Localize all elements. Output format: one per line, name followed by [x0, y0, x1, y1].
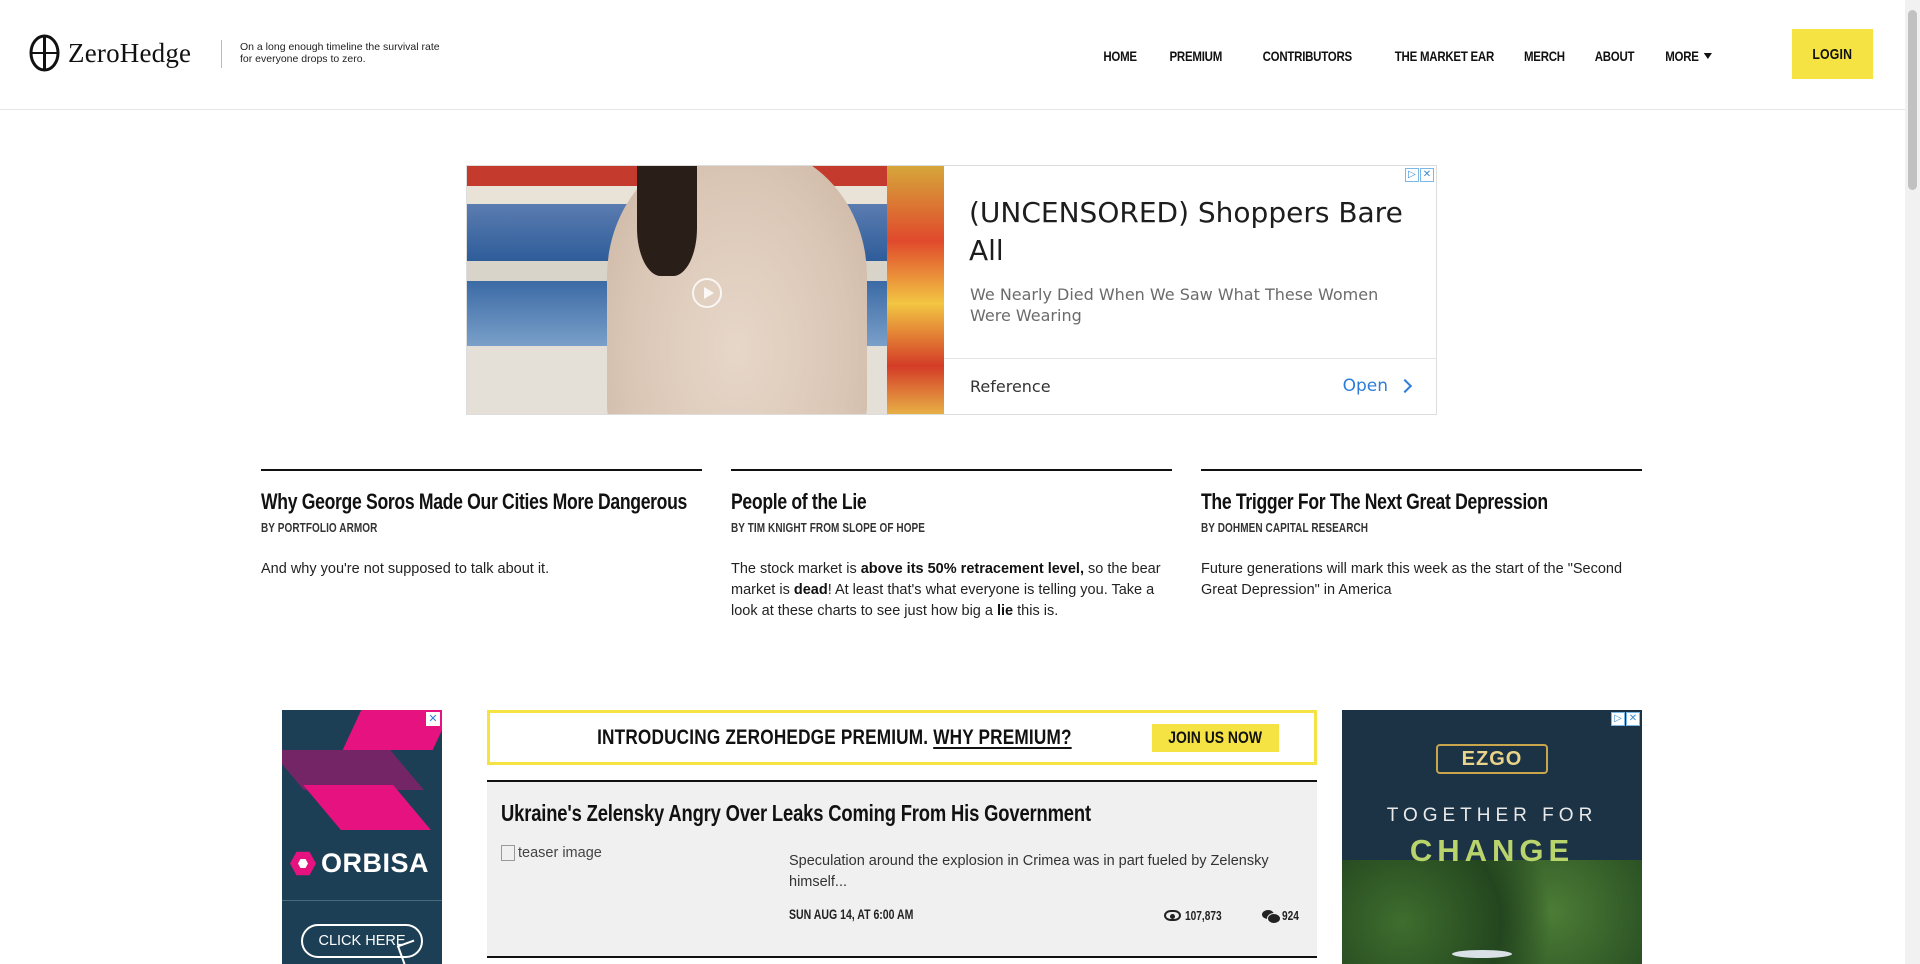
site-header: ZeroHedge On a long enough timeline the … — [0, 0, 1905, 110]
featured-article-byline[interactable]: BY DOHMEN CAPITAL RESEARCH — [1201, 521, 1554, 535]
nav-home[interactable]: HOME — [1104, 48, 1138, 64]
featured-article-byline[interactable]: BY PORTFOLIO ARMOR — [261, 521, 614, 535]
logo-mark-icon — [29, 34, 60, 72]
featured-article-title[interactable]: The Trigger For The Next Great Depressio… — [1201, 489, 1554, 515]
ad-image-shelf — [887, 166, 944, 414]
nav-merch[interactable]: MERCH — [1524, 48, 1565, 64]
adchoices-icon[interactable]: ▷ — [1611, 712, 1625, 726]
ad-graphic-shape — [282, 750, 424, 790]
ad-close-icon[interactable]: ✕ — [426, 712, 440, 726]
ad-image[interactable] — [467, 166, 944, 414]
article-title[interactable]: Ukraine's Zelensky Angry Over Leaks Comi… — [501, 800, 1091, 827]
premium-intro: INTRODUCING ZEROHEDGE PREMIUM. — [597, 725, 929, 749]
site-logo[interactable]: ZeroHedge — [29, 34, 191, 72]
chevron-right-icon — [1397, 378, 1413, 394]
ad-tagline-line2: CHANGE — [1409, 833, 1575, 868]
left-side-ad[interactable]: ✕ ORBISA CLICK HERE — [282, 710, 442, 964]
ad-source: Reference — [970, 377, 1051, 396]
teaser-image-alt: teaser image — [518, 845, 602, 861]
nav-premium[interactable]: PREMIUM — [1170, 48, 1223, 64]
ad-brand-name: ORBISA — [321, 848, 430, 878]
logo-text: ZeroHedge — [68, 37, 192, 68]
views-stat: 107,873 — [1164, 908, 1232, 923]
site-tagline: On a long enough timeline the survival r… — [240, 41, 440, 65]
adchoices-icon[interactable]: ▷ — [1405, 168, 1419, 182]
ad-choices[interactable]: ▷ ✕ — [1611, 712, 1640, 726]
comments-stat[interactable]: 924 — [1262, 908, 1304, 924]
ad-graphic-shape — [303, 785, 431, 830]
broken-image-icon — [501, 845, 515, 861]
featured-article: Why George Soros Made Our Cities More Da… — [261, 469, 702, 580]
featured-article: People of the Lie BY TIM KNIGHT FROM SLO… — [731, 469, 1172, 622]
ad-choices[interactable]: ▷ ✕ — [1405, 168, 1434, 182]
nav-more-label: MORE — [1665, 48, 1699, 64]
play-icon[interactable] — [692, 278, 722, 308]
ad-divider — [282, 900, 442, 901]
featured-article: The Trigger For The Next Great Depressio… — [1201, 469, 1642, 601]
scrollbar-thumb[interactable] — [1908, 10, 1917, 190]
article-teaser: Ukraine's Zelensky Angry Over Leaks Comi… — [487, 780, 1317, 958]
featured-article-byline[interactable]: BY TIM KNIGHT FROM SLOPE OF HOPE — [731, 521, 1084, 535]
right-side-ad[interactable]: ▷ ✕ EZGO TOGETHER FOR CHANGE — [1342, 710, 1642, 964]
featured-article-title[interactable]: Why George Soros Made Our Cities More Da… — [261, 489, 687, 515]
featured-article-summary: Future generations will mark this week a… — [1201, 561, 1623, 598]
ad-open-label: Open — [1342, 376, 1388, 396]
premium-banner-content: INTRODUCING ZEROHEDGE PREMIUM. WHY PREMI… — [545, 723, 1279, 752]
ad-image-cart — [1452, 950, 1512, 958]
teaser-image[interactable]: teaser image — [501, 845, 602, 861]
premium-banner[interactable]: INTRODUCING ZEROHEDGE PREMIUM. WHY PREMI… — [487, 710, 1317, 765]
ad-close-icon[interactable]: ✕ — [1626, 712, 1640, 726]
comments-count: 924 — [1282, 908, 1300, 923]
logo-divider — [221, 40, 222, 68]
ad-image-hair — [637, 166, 697, 276]
premium-banner-text: INTRODUCING ZEROHEDGE PREMIUM. WHY PREMI… — [598, 726, 1073, 750]
login-label: LOGIN — [1812, 45, 1853, 63]
featured-article-summary: And why you're not supposed to talk abou… — [261, 561, 550, 577]
eye-icon — [1164, 910, 1182, 921]
top-ad[interactable]: ▷ ✕ (UNCENSORED) Shoppers Bare All We Ne… — [466, 165, 1437, 415]
join-us-now-button[interactable]: JOIN US NOW — [1152, 723, 1279, 752]
ad-brand-logo: EZGO — [1436, 744, 1548, 774]
ad-image-trees — [1342, 860, 1642, 964]
ad-open-button[interactable]: Open — [1342, 376, 1413, 396]
ad-close-icon[interactable]: ✕ — [1420, 168, 1434, 182]
ad-headline[interactable]: (UNCENSORED) Shoppers Bare All — [969, 194, 1409, 270]
hexagon-logo-icon — [290, 851, 316, 876]
ad-brand-logo: ORBISA — [290, 848, 429, 879]
ad-tagline-line1: TOGETHER FOR — [1386, 805, 1598, 826]
nav-about[interactable]: ABOUT — [1595, 48, 1635, 64]
ad-subtext[interactable]: We Nearly Died When We Saw What These Wo… — [970, 284, 1400, 326]
main-nav: HOME PREMIUM CONTRIBUTORS THE MARKET EAR… — [1075, 48, 1712, 64]
why-premium-link[interactable]: WHY PREMIUM? — [934, 726, 1072, 749]
featured-article-title[interactable]: People of the Lie — [731, 489, 1084, 515]
nav-more[interactable]: MORE — [1665, 48, 1712, 64]
ad-footer: Reference Open — [944, 358, 1436, 414]
nav-the-market-ear[interactable]: THE MARKET EAR — [1395, 48, 1494, 64]
nav-contributors[interactable]: CONTRIBUTORS — [1263, 48, 1353, 64]
article-stats: 107,873 924 — [1134, 908, 1304, 924]
comments-icon — [1262, 909, 1282, 924]
article-date: SUN AUG 14, AT 6:00 AM — [789, 907, 914, 922]
article-summary: Speculation around the explosion in Crim… — [789, 853, 1269, 890]
join-label: JOIN US NOW — [1168, 727, 1263, 747]
caret-down-icon — [1703, 53, 1712, 59]
featured-article-summary: The stock market is above its 50% retrac… — [731, 561, 1161, 619]
login-button[interactable]: LOGIN — [1792, 29, 1873, 79]
page-scrollbar[interactable] — [1905, 0, 1920, 964]
views-count: 107,873 — [1185, 908, 1222, 923]
